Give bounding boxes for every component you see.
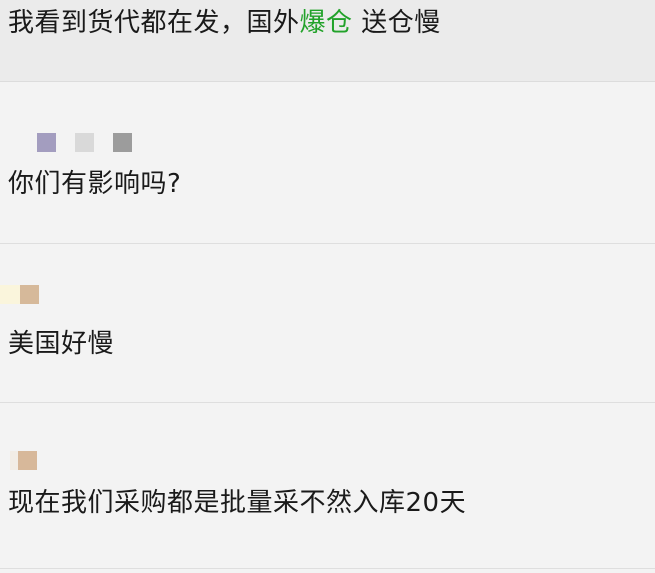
avatar[interactable] <box>0 285 39 304</box>
avatar-pixel <box>75 133 94 152</box>
message-item-2[interactable]: 你们有影响吗? <box>0 83 655 244</box>
avatar-pixel <box>0 285 20 304</box>
message-item-4[interactable]: 现在我们采购都是批量采不然入库20天 <box>0 404 655 569</box>
avatar-pixel <box>20 285 39 304</box>
message-text-before: 我看到货代都在发，国外 <box>8 8 300 38</box>
message-text: 你们有影响吗? <box>8 169 182 199</box>
highlighted-keyword[interactable]: 爆仓 <box>300 8 353 38</box>
avatar[interactable] <box>37 133 132 152</box>
avatar-pixel <box>10 451 18 470</box>
avatar-pixel <box>18 451 37 470</box>
message-text-after: 送仓慢 <box>352 8 441 38</box>
message-text: 美国好慢 <box>8 329 115 359</box>
avatar-pixel <box>37 133 56 152</box>
avatar[interactable] <box>10 451 37 470</box>
chat-feed: 我看到货代都在发，国外爆仓 送仓慢 你们有影响吗? 美国好慢 现在我们采购都是批… <box>0 0 655 573</box>
message-text: 现在我们采购都是批量采不然入库20天 <box>8 488 467 518</box>
avatar-pixel <box>113 133 132 152</box>
message-item-3[interactable]: 美国好慢 <box>0 245 655 403</box>
message-text: 我看到货代都在发，国外爆仓 送仓慢 <box>8 6 441 40</box>
message-item-1[interactable]: 我看到货代都在发，国外爆仓 送仓慢 <box>0 0 655 82</box>
